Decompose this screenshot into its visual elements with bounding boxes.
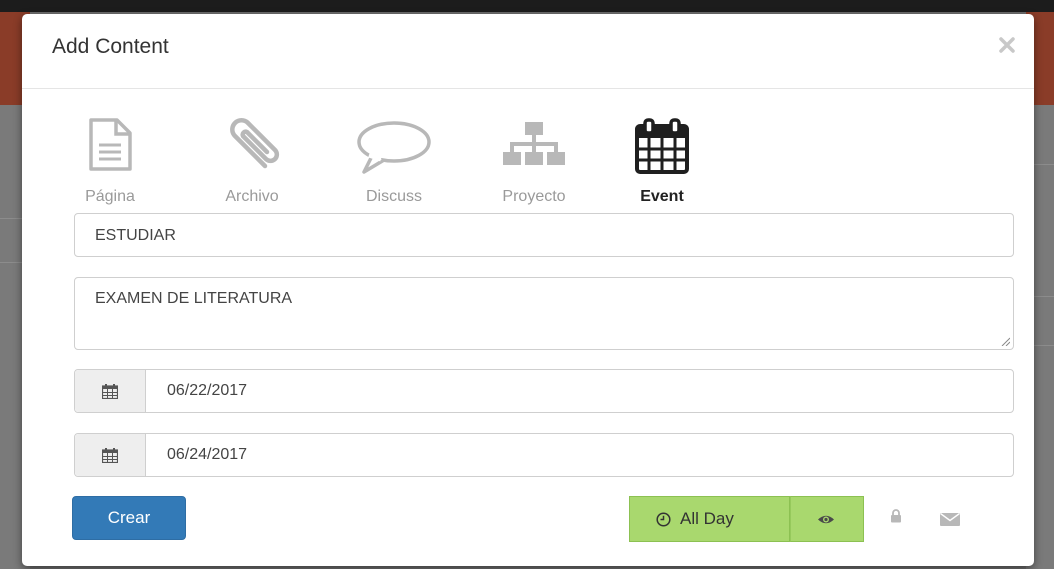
- paperclip-icon: [230, 118, 280, 169]
- tab-archivo[interactable]: Archivo: [202, 118, 302, 208]
- tab-label: Event: [640, 188, 684, 205]
- end-date-addon[interactable]: [75, 434, 146, 476]
- tab-label: Archivo: [225, 188, 279, 205]
- lock-icon: [891, 509, 901, 523]
- tab-label: Proyecto: [502, 188, 566, 205]
- clock-icon: [656, 512, 671, 527]
- crear-button[interactable]: Crear: [72, 496, 186, 540]
- end-date-field[interactable]: 06/24/2017: [74, 433, 1014, 477]
- tab-event[interactable]: Event: [622, 118, 702, 208]
- end-date-value: 06/24/2017: [167, 446, 248, 463]
- modal-header: Add Content: [22, 14, 1034, 89]
- start-date-addon[interactable]: [75, 370, 146, 412]
- resize-handle-icon[interactable]: [1000, 336, 1010, 346]
- email-notify-toggle[interactable]: [930, 504, 970, 532]
- all-day-label: All Day: [680, 509, 734, 528]
- tab-discuss[interactable]: Discuss: [344, 118, 444, 208]
- add-content-modal: Add Content Página Archivo Discuss Proye…: [22, 14, 1034, 566]
- description-textarea[interactable]: EXAMEN DE LITERATURA: [74, 277, 1014, 350]
- title-input[interactable]: ESTUDIAR: [74, 213, 1014, 257]
- tab-label: Discuss: [365, 188, 422, 205]
- tab-label: Página: [85, 188, 135, 205]
- all-day-toggle[interactable]: All Day: [629, 496, 790, 542]
- close-icon: [999, 37, 1015, 53]
- visibility-toggle[interactable]: [790, 496, 864, 542]
- eye-icon: [818, 515, 834, 524]
- private-toggle[interactable]: [882, 504, 910, 532]
- start-date-value: 06/22/2017: [167, 382, 248, 399]
- tab-pagina[interactable]: Página: [66, 118, 154, 208]
- close-button[interactable]: [996, 34, 1018, 56]
- sitemap-icon: [503, 122, 565, 165]
- calendar-icon: [102, 448, 118, 463]
- start-date-field[interactable]: 06/22/2017: [74, 369, 1014, 413]
- tab-proyecto[interactable]: Proyecto: [480, 118, 588, 208]
- background-top-bar: [0, 0, 1054, 12]
- calendar-icon: [102, 384, 118, 399]
- calendar-icon: [635, 118, 689, 174]
- document-icon: [89, 118, 132, 171]
- speech-bubble-icon: [357, 121, 431, 174]
- modal-title: Add Content: [52, 35, 169, 58]
- description-text: EXAMEN DE LITERATURA: [95, 290, 293, 307]
- envelope-icon: [940, 513, 960, 526]
